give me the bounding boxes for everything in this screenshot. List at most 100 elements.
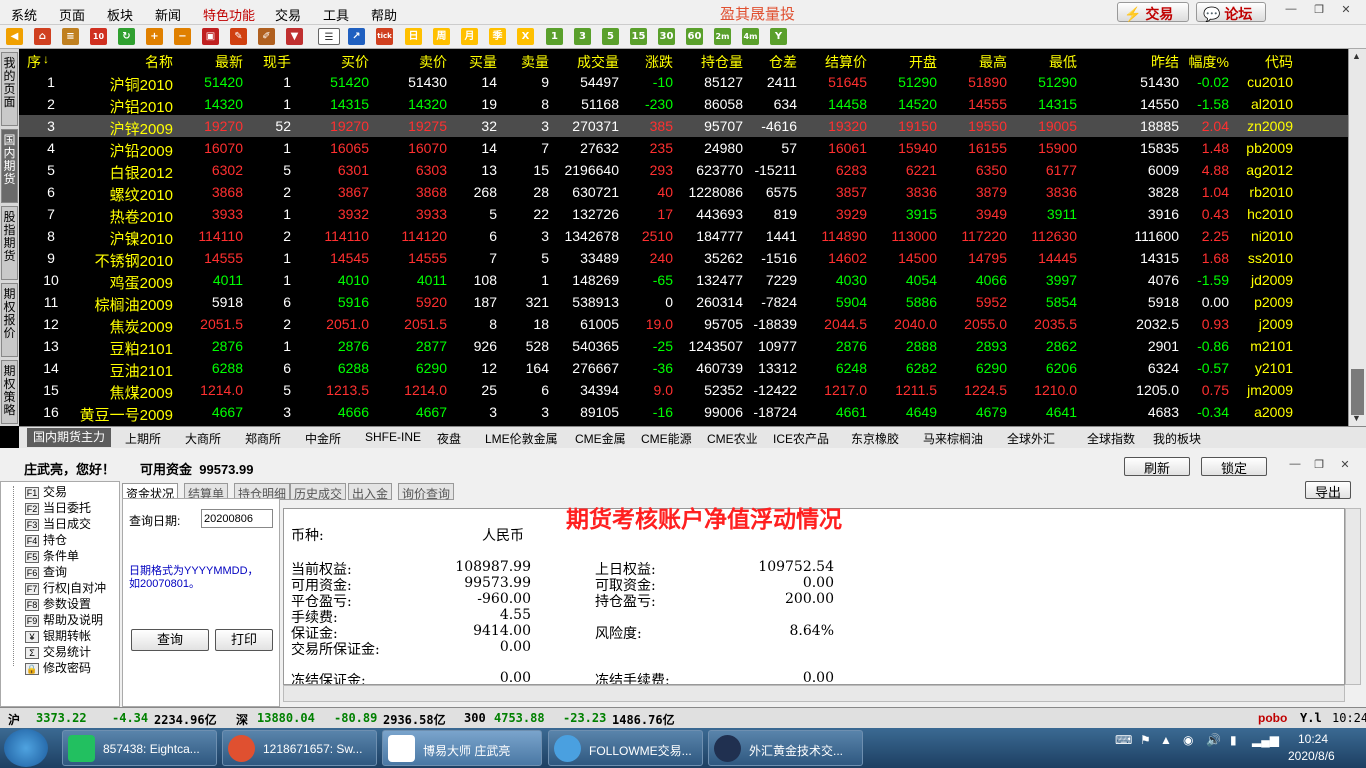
quote-row[interactable]: 7 热卷2010 3933 1 3932 3933 5 22 132726 17 443693 819… <box>19 203 1348 226</box>
menu-tools[interactable]: 工具 <box>323 5 349 24</box>
period-quarter-button[interactable]: 季 <box>489 28 506 45</box>
lock-button[interactable]: 锁定 <box>1201 457 1267 476</box>
sidetab-domestic-futures[interactable]: 国内期货 <box>1 129 18 203</box>
menu-help[interactable]: 帮助 <box>371 5 397 24</box>
filter-icon[interactable]: ▼ <box>286 28 303 45</box>
function-item[interactable]: F4 持仓 <box>25 531 67 548</box>
volume-icon[interactable]: 🔊 <box>1206 733 1221 747</box>
print-button[interactable]: 打印 <box>215 629 273 651</box>
refresh-button[interactable]: 刷新 <box>1124 457 1190 476</box>
keyboard-icon[interactable]: ⌨ <box>1115 733 1132 747</box>
quote-row[interactable]: 6 螺纹2010 3868 2 3867 3868 268 28 630721 40 1228086… <box>19 181 1348 204</box>
window-icon[interactable]: ▣ <box>202 28 219 45</box>
minute-15-button[interactable]: 15 <box>630 28 647 45</box>
function-item[interactable]: F3 当日成交 <box>25 515 91 532</box>
taskbar-item-followme[interactable]: FOLLOWME交易... <box>548 730 703 766</box>
quote-row[interactable]: 2 沪铝2010 14320 1 14315 14320 19 8 51168 -230 86058… <box>19 93 1348 116</box>
quote-row[interactable]: 4 沪铅2009 16070 1 16065 16070 14 7 27632 235 24980 5… <box>19 137 1348 160</box>
header-open-interest[interactable]: 持仓量 <box>673 52 743 72</box>
sort-desc-icon[interactable]: ↓ <box>43 52 49 66</box>
quote-row[interactable]: 9 不锈钢2010 14555 1 14545 14555 7 5 33489 240 35262-… <box>19 247 1348 270</box>
market-tab[interactable]: 上期所 <box>125 430 161 447</box>
header-open[interactable]: 开盘 <box>867 52 937 72</box>
pencil-icon[interactable]: ✎ <box>230 28 247 45</box>
account-subtab[interactable]: 出入金 <box>348 483 393 501</box>
zoom-in-icon[interactable]: + <box>146 28 163 45</box>
sidetab-option-strategy[interactable]: 期权策略 <box>1 360 18 424</box>
header-change[interactable]: 涨跌 <box>619 52 673 72</box>
quote-row[interactable]: 14 豆油2101 6288 6 6288 6290 12 164 276667 -36 46073… <box>19 357 1348 380</box>
market-tab[interactable]: ICE农产品 <box>773 430 829 447</box>
account-subtab[interactable]: 询价查询 <box>398 483 455 501</box>
market-tab[interactable]: 马来棕榈油 <box>923 430 983 447</box>
quote-row[interactable]: 1 沪铜2010 51420 1 51420 51430 14 9 54497 -10 85127 2… <box>19 71 1348 94</box>
market-tab[interactable]: CME金属 <box>575 430 626 447</box>
market-tab[interactable]: 国内期货主力 <box>27 428 112 447</box>
header-settle[interactable]: 结算价 <box>797 52 867 72</box>
quote-row[interactable]: 15 焦煤2009 1214.0 5 1213.5 1214.0 25 6 34394 9.0 52… <box>19 379 1348 402</box>
panel-restore-button[interactable]: ❐ <box>1310 458 1328 474</box>
brush-icon[interactable]: ✐ <box>258 28 275 45</box>
taskbar-item-swissquote[interactable]: 1218671657: Sw... <box>222 730 377 766</box>
chart-line-icon[interactable]: ↗ <box>348 28 365 45</box>
minute-5-button[interactable]: 5 <box>602 28 619 45</box>
panel-close-button[interactable]: ✕ <box>1336 458 1354 474</box>
minute-3-button[interactable]: 3 <box>574 28 591 45</box>
windows-start-icon[interactable] <box>4 729 48 767</box>
period-day-button[interactable]: 日 <box>405 28 422 45</box>
market-tab[interactable]: 东京橡胶 <box>851 430 899 447</box>
window-minimize-button[interactable]: — <box>1282 3 1300 19</box>
refresh-icon[interactable]: ↻ <box>118 28 135 45</box>
account-subtab[interactable]: 历史成交 <box>290 483 347 501</box>
header-bid[interactable]: 买价 <box>291 52 369 72</box>
market-tab[interactable]: 全球指数 <box>1087 430 1135 447</box>
network-icon[interactable]: ▂▄▆ <box>1252 733 1279 747</box>
query-date-input[interactable] <box>201 509 273 528</box>
header-volume[interactable]: 成交量 <box>549 52 619 72</box>
function-item[interactable]: Σ 交易统计 <box>25 643 91 660</box>
header-code[interactable]: 代码 <box>1229 52 1293 72</box>
menu-features[interactable]: 特色功能 <box>203 5 255 24</box>
sidetab-my-page[interactable]: 我的页面 <box>1 52 18 126</box>
function-item[interactable]: F5 条件单 <box>25 547 79 564</box>
market-tab[interactable]: 郑商所 <box>245 430 281 447</box>
quote-row[interactable]: 16 黄豆一号2009 4667 3 4666 4667 3 3 89105 -16 99006 -1… <box>19 401 1348 424</box>
power-icon[interactable]: ▮ <box>1230 733 1237 747</box>
period-custom-button[interactable]: X <box>517 28 534 45</box>
report-vertical-scrollbar[interactable] <box>1345 508 1361 685</box>
function-item[interactable]: F1 交易 <box>25 483 67 500</box>
quote-row[interactable]: 12 焦炭2009 2051.5 2 2051.0 2051.5 8 18 61005 19.0 9… <box>19 313 1348 336</box>
hour-2-button[interactable]: 2m <box>714 28 731 45</box>
taskbar-item-boyi[interactable]: 博易大师 庄武亮 <box>382 730 542 766</box>
market-tab[interactable]: LME伦敦金属 <box>485 430 558 447</box>
report-horizontal-scrollbar[interactable] <box>283 685 1345 702</box>
header-ask-volume[interactable]: 卖量 <box>497 52 549 72</box>
quote-row[interactable]: 10 鸡蛋2009 4011 1 4010 4011 108 1 148269 -65 132477… <box>19 269 1348 292</box>
query-button[interactable]: 查询 <box>131 629 209 651</box>
minute-1-button[interactable]: 1 <box>546 28 563 45</box>
trade-button[interactable]: ⚡ 交易 <box>1117 2 1189 22</box>
home-icon[interactable]: ⌂ <box>34 28 51 45</box>
market-tab[interactable]: 大商所 <box>185 430 221 447</box>
header-low[interactable]: 最低 <box>1007 52 1077 72</box>
menu-system[interactable]: 系统 <box>11 5 37 24</box>
header-pre-settle[interactable]: 昨结 <box>1077 52 1179 72</box>
flag-icon[interactable]: ⚑ <box>1140 733 1151 747</box>
market-tab[interactable]: 中金所 <box>305 430 341 447</box>
function-item[interactable]: F9 帮助及说明 <box>25 611 103 628</box>
header-last[interactable]: 最新 <box>173 52 243 72</box>
header-pct-change[interactable]: 幅度% <box>1179 52 1229 72</box>
quote-row[interactable]: 3 沪锌2009 19270 52 19270 19275 32 3 270371 385 9570… <box>19 115 1348 138</box>
function-item[interactable]: F8 参数设置 <box>25 595 91 612</box>
function-item[interactable]: F7 行权|自对冲 <box>25 579 106 596</box>
period-week-button[interactable]: 周 <box>433 28 450 45</box>
zoom-out-icon[interactable]: − <box>174 28 191 45</box>
taskbar-item-eightcap[interactable]: 857438: Eightca... <box>62 730 217 766</box>
market-tab[interactable]: CME农业 <box>707 430 758 447</box>
quote-row[interactable]: 8 沪镍2010 114110 2 114110 114120 6 3 1342678 2510 1… <box>19 225 1348 248</box>
export-button[interactable]: 导出 <box>1305 481 1351 500</box>
menu-trade[interactable]: 交易 <box>275 5 301 24</box>
panel-minimize-button[interactable]: — <box>1286 458 1304 474</box>
window-restore-button[interactable]: ❐ <box>1310 3 1328 19</box>
function-item[interactable]: F2 当日委托 <box>25 499 91 516</box>
